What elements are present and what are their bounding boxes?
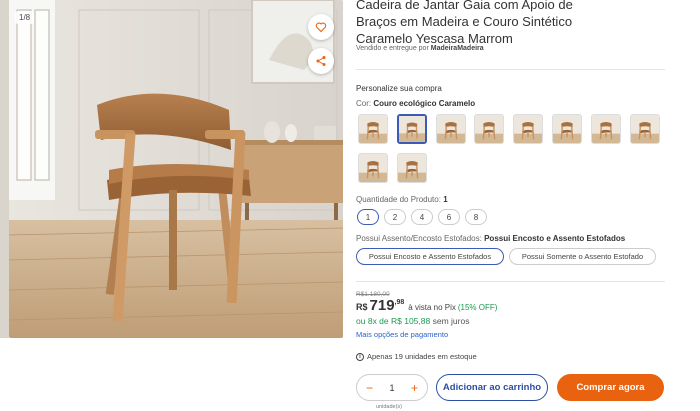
color-label: Cor: Couro ecológico Caramelo <box>356 99 475 108</box>
seller-info: Vendido e entregue por MadeiraMadeira <box>356 45 484 52</box>
add-to-cart-button[interactable]: Adicionar ao carrinho <box>436 374 548 401</box>
seat-label: Possui Assento/Encosto Estofados: Possui… <box>356 234 625 243</box>
increase-button[interactable]: + <box>411 381 418 395</box>
quantity-option-8[interactable]: 8 <box>465 209 487 225</box>
quantity-stepper[interactable]: − 1 + <box>356 374 428 401</box>
color-swatch[interactable] <box>396 153 427 183</box>
quantity-label: Quantidade do Produto: 1 <box>356 195 448 204</box>
quantity-option-1[interactable]: 1 <box>357 209 379 225</box>
info-icon: i <box>356 352 364 361</box>
image-counter: 1/8 <box>15 11 35 24</box>
pix-discount: (15% OFF) <box>457 303 498 312</box>
favorite-button[interactable] <box>308 14 334 40</box>
stock-text: Apenas 19 unidades em estoque <box>367 352 477 361</box>
chair-thumbnail-icon <box>514 115 543 143</box>
chair-thumbnail-icon <box>630 115 659 143</box>
install-prefix: ou <box>356 316 366 326</box>
divider <box>356 281 665 282</box>
color-swatch[interactable] <box>396 114 427 144</box>
product-title: Cadeira de Jantar Gaia com Apoio de Braç… <box>356 0 573 46</box>
unit-label: unidade(s) <box>376 404 402 410</box>
chair-thumbnail-icon <box>436 115 465 143</box>
quantity-label-text: Quantidade do Produto: <box>356 195 441 204</box>
color-swatch[interactable] <box>590 114 621 144</box>
seat-value: Possui Encosto e Assento Estofados <box>484 234 626 243</box>
decrease-button[interactable]: − <box>366 381 373 395</box>
quantity-option-4[interactable]: 4 <box>411 209 433 225</box>
installments: ou 8x de R$ 105,88 sem juros <box>356 316 469 326</box>
color-swatch[interactable] <box>474 114 505 144</box>
install-suffix: sem juros <box>432 316 470 326</box>
product-main-image[interactable] <box>9 0 343 338</box>
seat-label-text: Possui Assento/Encosto Estofados: <box>356 234 482 243</box>
customize-heading: Personalize sua compra <box>356 84 442 93</box>
price-integer: 719 <box>369 297 395 314</box>
price-row: R$ 719 ,98 à vista no Pix (15% OFF) <box>356 297 497 314</box>
seller-name[interactable]: MadeiraMadeira <box>431 45 484 52</box>
pix-text: à vista no Pix <box>408 303 456 312</box>
quantity-option-6[interactable]: 6 <box>438 209 460 225</box>
quantity-value: 1 <box>443 195 448 204</box>
seller-prefix: Vendido e entregue por <box>356 45 429 52</box>
chair-photo <box>9 0 343 338</box>
chair-thumbnail-icon <box>397 154 426 182</box>
divider <box>356 69 665 70</box>
payment-options-link[interactable]: Mais opções de pagamento <box>356 330 448 339</box>
share-icon <box>316 56 326 66</box>
chair-thumbnail-icon <box>359 115 387 143</box>
chair-thumbnail-icon <box>359 154 387 182</box>
chair-thumbnail-icon <box>475 115 504 143</box>
heart-icon <box>315 22 327 33</box>
chair-thumbnail-icon <box>398 116 425 142</box>
color-swatch[interactable] <box>435 114 466 144</box>
seat-option-seat-only[interactable]: Possui Somente o Assento Estofado <box>509 248 656 265</box>
stepper-value[interactable]: 1 <box>389 383 394 393</box>
install-value: 8x de R$ 105,88 <box>367 316 431 326</box>
share-button[interactable] <box>308 48 334 74</box>
buy-now-button[interactable]: Comprar agora <box>557 374 664 401</box>
previous-image-strip <box>0 0 9 338</box>
chair-thumbnail-icon <box>553 115 581 143</box>
color-swatch[interactable] <box>358 114 388 144</box>
color-swatch[interactable] <box>629 114 660 144</box>
color-value: Couro ecológico Caramelo <box>373 99 476 108</box>
color-swatch[interactable] <box>358 153 388 183</box>
color-swatch[interactable] <box>552 114 582 144</box>
stock-info: i Apenas 19 unidades em estoque <box>356 352 477 361</box>
quantity-option-2[interactable]: 2 <box>384 209 406 225</box>
chair-thumbnail-icon <box>591 115 620 143</box>
color-label-text: Cor: <box>356 99 372 108</box>
color-swatch[interactable] <box>513 114 544 144</box>
price-cents: ,98 <box>394 299 405 306</box>
seat-option-full[interactable]: Possui Encosto e Assento Estofados <box>356 248 504 265</box>
currency: R$ <box>356 302 368 312</box>
